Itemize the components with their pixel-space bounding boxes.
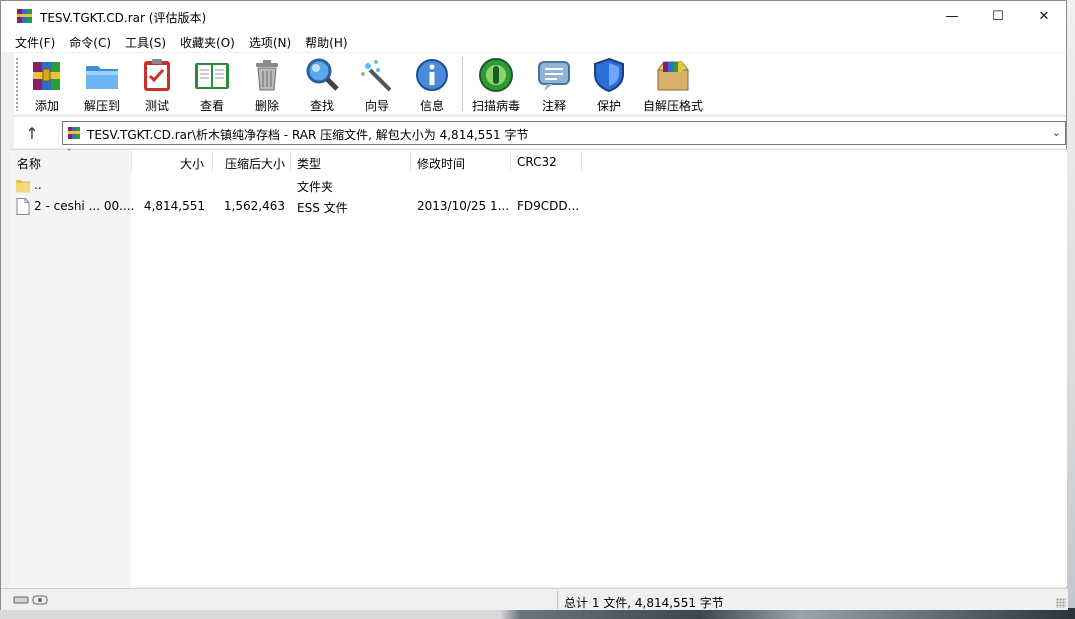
- info-icon: [416, 59, 448, 91]
- wizard-label: 向导: [364, 99, 389, 113]
- comment-button[interactable]: 注释: [535, 56, 573, 114]
- menu-favorites[interactable]: 收藏夹(O): [173, 32, 242, 52]
- view-button[interactable]: 查看: [190, 56, 234, 114]
- find-label: 查找: [309, 99, 334, 113]
- file-crc: FD9CDD...: [517, 199, 580, 213]
- delete-label: 删除: [254, 99, 279, 113]
- file-packed-size: 1,562,463: [223, 199, 285, 213]
- comment-label: 注释: [541, 99, 566, 113]
- winrar-window: TESV.TGKT.CD.rar (评估版本) — ☐ ✕ 文件(F) 命令(C…: [0, 0, 1068, 610]
- column-separator: [581, 152, 582, 172]
- book-view-icon: [195, 63, 229, 89]
- sfx-box-icon: [657, 61, 689, 91]
- protect-button[interactable]: 保护: [590, 56, 628, 114]
- info-button[interactable]: 信息: [413, 56, 451, 114]
- virus-scan-label: 扫描病毒: [471, 99, 520, 113]
- address-combobox[interactable]: TESV.TGKT.CD.rar\析木镇纯净存档 - RAR 压缩文件, 解包大…: [62, 121, 1066, 145]
- column-header-modified[interactable]: 修改时间: [417, 150, 465, 174]
- wizard-button[interactable]: 向导: [358, 56, 396, 114]
- trash-icon: [256, 60, 278, 91]
- sort-indicator-icon: ˇ: [67, 149, 72, 159]
- maximize-button[interactable]: ☐: [975, 1, 1021, 32]
- folder-icon: [16, 180, 30, 193]
- view-label: 查看: [199, 99, 224, 113]
- menu-options[interactable]: 选项(N): [242, 32, 298, 52]
- virus-scan-icon: [479, 58, 513, 92]
- virus-scan-button[interactable]: 扫描病毒: [471, 56, 521, 114]
- menu-help[interactable]: 帮助(H): [298, 32, 354, 52]
- menu-tools[interactable]: 工具(S): [118, 32, 173, 52]
- test-button[interactable]: 测试: [138, 56, 176, 114]
- delete-button[interactable]: 删除: [248, 56, 286, 114]
- column-header-packed[interactable]: 压缩后大小: [225, 150, 285, 174]
- extract-to-button[interactable]: 解压到: [80, 56, 124, 114]
- protect-label: 保护: [596, 99, 621, 113]
- menu-file[interactable]: 文件(F): [1, 32, 62, 52]
- test-label: 测试: [144, 99, 169, 113]
- minimize-icon: —: [945, 9, 959, 24]
- drive-icon[interactable]: [13, 593, 49, 607]
- add-button[interactable]: 添加: [28, 56, 66, 114]
- resize-grip[interactable]: [1056, 598, 1066, 608]
- sfx-button[interactable]: 自解压格式: [642, 56, 704, 114]
- archive-icon: [68, 127, 80, 139]
- minimize-button[interactable]: —: [929, 1, 975, 32]
- file-modified: 2013/10/25 1...: [417, 199, 510, 213]
- close-icon: ✕: [1038, 9, 1050, 24]
- address-row: ↑ TESV.TGKT.CD.rar\析木镇纯净存档 - RAR 压缩文件, 解…: [14, 117, 1066, 148]
- file-name: 2 - ceshi ... 00....: [34, 199, 135, 213]
- file-type: 文件夹: [297, 180, 334, 194]
- title-bar: TESV.TGKT.CD.rar (评估版本) — ☐ ✕: [1, 1, 1066, 32]
- list-item-parent-folder[interactable]: .. 文件夹: [10, 175, 1067, 196]
- winrar-app-icon: [17, 9, 32, 23]
- toolbar: 添加 解压到 测试 查看 删除 查找 向导 信息 扫描病毒 注释 保护 自解压格…: [14, 53, 1066, 116]
- toolbar-separator: [462, 57, 463, 111]
- address-path: TESV.TGKT.CD.rar\析木镇纯净存档 - RAR 压缩文件, 解包大…: [87, 128, 529, 142]
- file-icon: [16, 198, 30, 215]
- column-separator: [212, 152, 213, 172]
- column-header-size[interactable]: 大小: [180, 150, 204, 174]
- status-divider: [557, 591, 558, 609]
- up-button[interactable]: ↑: [19, 121, 45, 145]
- menu-bar: 文件(F) 命令(C) 工具(S) 收藏夹(O) 选项(N) 帮助(H): [1, 32, 1066, 52]
- list-item-file[interactable]: 2 - ceshi ... 00.... 4,814,551 1,562,463…: [10, 196, 1067, 217]
- menu-commands[interactable]: 命令(C): [62, 32, 118, 52]
- magnifier-icon: [306, 58, 339, 91]
- clipboard-test-icon: [144, 59, 170, 91]
- close-button[interactable]: ✕: [1021, 1, 1067, 32]
- column-header-name[interactable]: 名称: [17, 150, 41, 174]
- archive-add-icon: [33, 62, 60, 90]
- arrow-up-icon: ↑: [25, 123, 39, 143]
- column-header-type[interactable]: 类型: [297, 150, 321, 174]
- status-summary: 总计 1 文件, 4,814,551 字节: [564, 596, 724, 610]
- wizard-wand-icon: [361, 60, 392, 92]
- sfx-label: 自解压格式: [642, 99, 703, 113]
- column-separator: [290, 152, 291, 172]
- add-label: 添加: [34, 99, 59, 113]
- column-header-crc[interactable]: CRC32: [517, 150, 557, 174]
- folder-extract-icon: [86, 66, 118, 89]
- file-type: ESS 文件: [297, 201, 348, 215]
- shield-icon: [594, 57, 624, 93]
- chevron-down-icon[interactable]: ⌄: [1052, 126, 1061, 139]
- info-label: 信息: [419, 99, 444, 113]
- maximize-icon: ☐: [992, 9, 1004, 24]
- column-separator: [131, 152, 132, 172]
- column-separator: [510, 152, 511, 172]
- comment-icon: [538, 61, 570, 91]
- find-button[interactable]: 查找: [303, 56, 341, 114]
- file-name: ..: [34, 178, 42, 192]
- status-bar: 总计 1 文件, 4,814,551 字节: [1, 588, 1068, 610]
- window-title: TESV.TGKT.CD.rar (评估版本): [40, 11, 207, 25]
- desktop-background-right: [1066, 0, 1075, 619]
- file-size: 4,814,551: [143, 199, 205, 213]
- extract-to-label: 解压到: [83, 99, 120, 113]
- toolbar-grip[interactable]: [15, 57, 19, 111]
- column-separator: [410, 152, 411, 172]
- file-list: 名称 ˇ 大小 压缩后大小 类型 修改时间 CRC32 .. 文件夹 2 - c…: [10, 149, 1067, 587]
